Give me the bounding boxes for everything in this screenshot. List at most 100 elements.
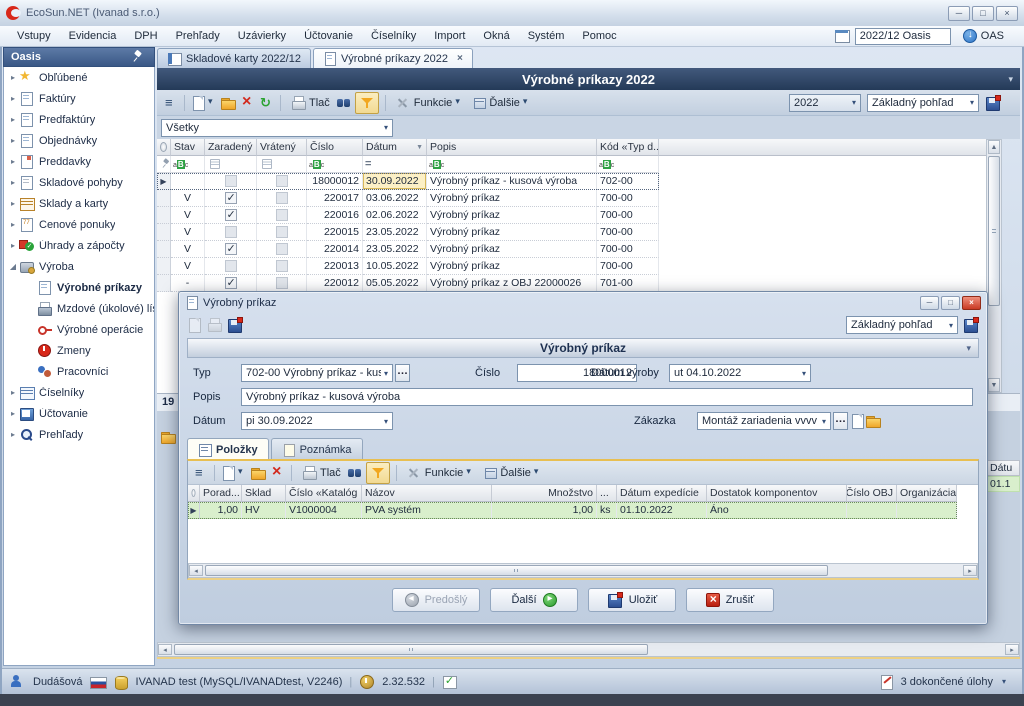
tree-arrow-icon[interactable]: ▸: [7, 241, 19, 250]
status-tasks[interactable]: 3 dokončené úlohy: [901, 676, 993, 688]
checkbox-icon[interactable]: [276, 209, 288, 221]
print-icon[interactable]: [206, 317, 222, 333]
datum-combo[interactable]: pi 30.09.2022▾: [241, 412, 393, 430]
scroll-left-icon[interactable]: ◂: [189, 565, 203, 576]
filter-preset-combo[interactable]: Všetky▾: [161, 119, 393, 137]
sidebar-item-vyroba[interactable]: ◢Výroba: [4, 256, 154, 277]
save-icon[interactable]: [227, 317, 243, 333]
checkbox-icon[interactable]: [225, 192, 237, 204]
tab-skladove-karty-2022-12[interactable]: Skladové karty 2022/12: [157, 48, 311, 68]
sidebar-item-sklady-a-karty[interactable]: ▸Sklady a karty: [4, 193, 154, 214]
column-header-datum[interactable]: Dátum▼: [363, 139, 427, 156]
filter-cell[interactable]: aBc: [171, 156, 205, 173]
sidebar-item-cenove-ponuky[interactable]: ▸Cenové ponuky: [4, 214, 154, 235]
filter-cell[interactable]: aBc: [307, 156, 363, 173]
scrollbar-thumb[interactable]: [205, 565, 828, 576]
cell-zaradeny[interactable]: [205, 224, 257, 241]
scroll-up-icon[interactable]: ▲: [988, 140, 1000, 154]
column-header-[interactable]: ...: [597, 485, 617, 502]
checkbox-icon[interactable]: [276, 226, 288, 238]
cell-vrateny[interactable]: [257, 241, 307, 258]
sidebar-item-skladove-pohyby[interactable]: ▸Skladové pohyby: [4, 172, 154, 193]
tree-arrow-icon[interactable]: ▸: [7, 73, 19, 82]
sidebar-item-prehlady[interactable]: ▸Prehľady: [4, 424, 154, 445]
dialog-minimize-button[interactable]: ─: [920, 296, 939, 310]
new-icon[interactable]: [187, 317, 201, 333]
sidebar-item-vyrobne-operacie[interactable]: Výrobné operácie: [4, 319, 154, 340]
sidebar-item-uhrady-a-zapocty[interactable]: ▸Úhrady a zápočty: [4, 235, 154, 256]
menu-vstupy[interactable]: Vstupy: [8, 28, 60, 44]
tree-arrow-icon[interactable]: ◢: [7, 262, 19, 271]
filter-cell[interactable]: aBc: [427, 156, 597, 173]
checkbox-icon[interactable]: [276, 243, 288, 255]
typ-combo[interactable]: 702-00 Výrobný príkaz - kus...▾: [241, 364, 393, 382]
del-icon[interactable]: [269, 465, 285, 481]
maximize-button[interactable]: □: [972, 6, 994, 21]
checkbox-icon[interactable]: [225, 175, 237, 187]
del-icon[interactable]: [239, 95, 255, 111]
zakazka-open-icon[interactable]: [865, 413, 881, 429]
scrollbar-thumb[interactable]: [988, 156, 1000, 306]
tree-arrow-icon[interactable]: ▸: [7, 388, 19, 397]
predosly-button[interactable]: Predošlý: [392, 588, 480, 612]
menu-dph[interactable]: DPH: [125, 28, 166, 44]
tree-arrow-icon[interactable]: ▸: [7, 430, 19, 439]
main-functions-button[interactable]: Funkcie: [392, 93, 468, 113]
filter-cell[interactable]: [205, 156, 257, 173]
zakazka-ellipsis-button[interactable]: …: [833, 412, 848, 430]
table-row[interactable]: V22001523.05.2022Výrobný príkaz700-00: [157, 224, 659, 241]
scroll-right-icon[interactable]: ▸: [1005, 644, 1019, 655]
tree-arrow-icon[interactable]: ▸: [7, 409, 19, 418]
new-icon[interactable]: [191, 95, 205, 111]
find-icon[interactable]: [336, 95, 352, 111]
period-selector[interactable]: 2022/12 Oasis: [855, 28, 951, 45]
menu-import[interactable]: Import: [425, 28, 474, 44]
main-filter-button[interactable]: [355, 92, 379, 114]
main-more-button[interactable]: Ďalšie: [470, 93, 535, 113]
column-header-datum-expedicie[interactable]: Dátum expedície: [617, 485, 707, 502]
column-header-mnozstvo[interactable]: Množstvo: [492, 485, 597, 502]
sidebar-item-objednavky[interactable]: ▸Objednávky: [4, 130, 154, 151]
column-header-organizacia[interactable]: Organizácia: [897, 485, 957, 502]
checkbox-icon[interactable]: [225, 243, 237, 255]
sidebar-item-pracovnici[interactable]: Pracovníci: [4, 361, 154, 382]
sidebar-item-ciselniky[interactable]: ▸Číselníky: [4, 382, 154, 403]
filter-cell[interactable]: aBc: [597, 156, 659, 173]
menu-evidencia[interactable]: Evidencia: [60, 28, 126, 44]
calendar-check-icon[interactable]: [442, 674, 458, 690]
filter-cell[interactable]: =: [363, 156, 427, 173]
vertical-scrollbar[interactable]: ▲ ▼: [986, 139, 1002, 393]
minimize-button[interactable]: ─: [948, 6, 970, 21]
checkbox-icon[interactable]: [225, 209, 237, 221]
checkbox-icon[interactable]: [276, 175, 288, 187]
pin-icon[interactable]: [131, 49, 147, 65]
dialog-tab-poznamka[interactable]: Poznámka: [271, 438, 363, 460]
checkbox-icon[interactable]: [276, 192, 288, 204]
menu-uzavierky[interactable]: Uzávierky: [229, 28, 295, 44]
popis-input[interactable]: Výrobný príkaz - kusová výroba: [241, 388, 973, 406]
menu-ciselniky[interactable]: Číselníky: [362, 28, 425, 44]
tree-arrow-icon[interactable]: ▸: [7, 136, 19, 145]
sidebar-item-faktury[interactable]: ▸Faktúry: [4, 88, 154, 109]
column-header-kod-typ-d[interactable]: Kód «Typ d...: [597, 139, 659, 156]
checkbox-icon[interactable]: [276, 260, 288, 272]
cell-vrateny[interactable]: [257, 207, 307, 224]
cell-zaradeny[interactable]: [205, 207, 257, 224]
collapse-caret-icon[interactable]: ▾: [1008, 74, 1013, 85]
cell-vrateny[interactable]: [257, 190, 307, 207]
horizontal-scrollbar[interactable]: ◂ ▸: [157, 642, 1020, 657]
sidebar-item-uctovanie[interactable]: ▸Účtovanie: [4, 403, 154, 424]
tree-arrow-icon[interactable]: ▸: [7, 94, 19, 103]
dialog-view-combo[interactable]: Základný pohľad▾: [846, 316, 958, 334]
dalsi-button[interactable]: Ďalší: [490, 588, 578, 612]
cell-zaradeny[interactable]: [205, 173, 257, 190]
typ-ellipsis-button[interactable]: …: [395, 364, 410, 382]
menu-icon[interactable]: [192, 465, 208, 481]
folder-icon[interactable]: [250, 465, 266, 481]
cell-vrateny[interactable]: [257, 275, 307, 292]
column-header-sklad[interactable]: Sklad: [242, 485, 286, 502]
menu-uctovanie[interactable]: Účtovanie: [295, 28, 362, 44]
main-print-button[interactable]: Tlač: [287, 93, 333, 113]
tree-arrow-icon[interactable]: ▸: [7, 220, 19, 229]
sidebar-item-mzdove-ukolove-listky[interactable]: Mzdové (úkolové) lístky: [4, 298, 154, 319]
